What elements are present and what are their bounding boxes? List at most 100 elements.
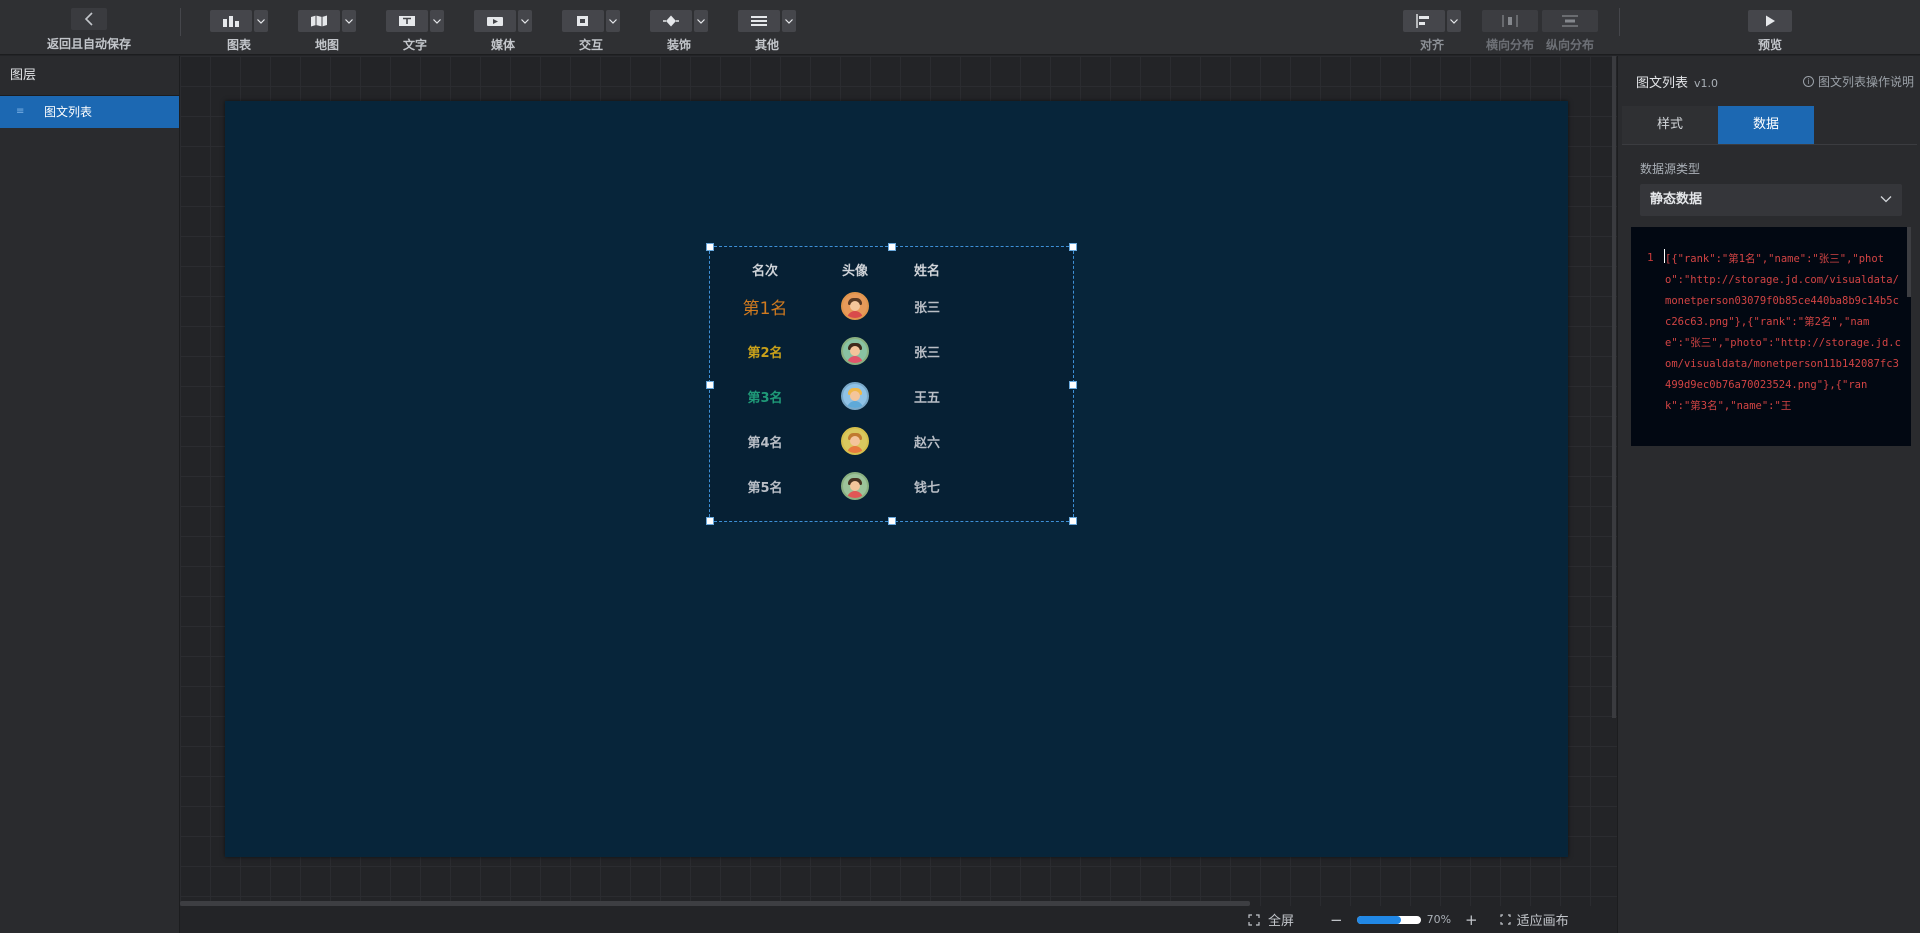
text-icon[interactable] (386, 10, 428, 32)
interaction-icon[interactable] (562, 10, 604, 32)
other-menu-label: 其他 (754, 38, 779, 52)
decoration-icon[interactable] (650, 10, 692, 32)
chart-icon[interactable] (210, 10, 252, 32)
resize-handle[interactable] (706, 517, 714, 525)
canvas-stage[interactable]: 名次 头像 姓名 第1名 张三 第2名 张三 第3名 王五 第4名 赵六 第5名… (180, 56, 1617, 906)
avatar (841, 337, 869, 365)
rank-cell: 第1名 (742, 298, 788, 319)
image-text-list-widget[interactable]: 名次 头像 姓名 第1名 张三 第2名 张三 第3名 王五 第4名 赵六 第5名… (706, 243, 1077, 525)
artboard[interactable]: 名次 头像 姓名 第1名 张三 第2名 张三 第3名 王五 第4名 赵六 第5名… (225, 101, 1568, 857)
component-title: 图文列表 v1.0 (1636, 72, 1718, 91)
horizontal-distribute-label: 横向分布 (1485, 38, 1534, 52)
layer-item-image-text-list[interactable]: ≡ 图文列表 (0, 96, 179, 128)
horizontal-scrollbar[interactable] (180, 901, 1250, 906)
resize-handle[interactable] (1069, 517, 1077, 525)
fit-canvas-button[interactable]: 适应画布 (1500, 910, 1569, 929)
rank-cell: 第5名 (747, 480, 783, 496)
fullscreen-label: 全屏 (1268, 914, 1295, 929)
preview-label: 预览 (1757, 38, 1782, 52)
decoration-menu-label: 装饰 (666, 38, 691, 52)
fit-canvas-label: 适应画布 (1516, 914, 1569, 929)
fit-canvas-icon (1500, 914, 1511, 925)
chevron-down-icon[interactable] (254, 10, 268, 32)
toolbar-divider (180, 8, 181, 36)
media-menu[interactable]: 媒体 (473, 10, 533, 53)
drag-handle-icon[interactable]: ≡ (16, 96, 24, 128)
vertical-distribute-button[interactable]: 纵向分布 (1542, 10, 1598, 53)
resize-handle[interactable] (706, 243, 714, 251)
list-row: 第5名 钱七 (710, 464, 1010, 508)
tab-style[interactable]: 样式 (1622, 106, 1718, 144)
list-icon[interactable] (738, 10, 780, 32)
back-save-button[interactable]: 返回且自动保存 (44, 8, 134, 52)
avatar (841, 427, 869, 455)
chevron-down-icon[interactable] (606, 10, 620, 32)
data-source-type-value: 静态数据 (1650, 192, 1703, 207)
rank-cell: 第3名 (747, 390, 783, 406)
json-code-editor[interactable]: 1 [{"rank":"第1名","name":"张三","photo":"ht… (1631, 227, 1911, 446)
align-label: 对齐 (1419, 38, 1444, 52)
resize-handle[interactable] (706, 381, 714, 389)
resize-handle[interactable] (1069, 243, 1077, 251)
zoom-value: 70% (1426, 913, 1452, 926)
align-menu[interactable]: 对齐 (1402, 10, 1462, 53)
name-cell: 王五 (914, 390, 941, 406)
list-row: 第4名 赵六 (710, 419, 1010, 463)
fullscreen-icon (1248, 913, 1260, 926)
info-icon: i (1802, 76, 1814, 87)
resize-handle[interactable] (888, 517, 896, 525)
name-cell: 钱七 (914, 480, 941, 496)
vertical-scrollbar[interactable] (1612, 56, 1616, 718)
layer-panel-title: 图层 (0, 56, 179, 96)
decoration-menu[interactable]: 装饰 (649, 10, 709, 53)
map-menu[interactable]: 地图 (297, 10, 357, 53)
map-menu-label: 地图 (314, 38, 339, 52)
avatar (841, 472, 869, 500)
line-number: 1 (1647, 251, 1654, 264)
chevron-down-icon[interactable] (782, 10, 796, 32)
zoom-slider[interactable] (1356, 915, 1421, 924)
name-header: 姓名 (914, 263, 941, 279)
align-left-icon[interactable] (1403, 10, 1445, 32)
horizontal-distribute-button[interactable]: 横向分布 (1482, 10, 1538, 53)
zoom-out-button[interactable]: − (1330, 911, 1343, 929)
layer-panel: 图层 ≡ 图文列表 (0, 56, 180, 933)
vertical-distribute-label: 纵向分布 (1545, 38, 1594, 52)
interaction-menu-label: 交互 (578, 38, 603, 52)
name-cell: 张三 (914, 300, 941, 316)
chevron-down-icon[interactable] (1447, 10, 1461, 32)
chart-menu-label: 图表 (226, 38, 251, 52)
json-code-text[interactable]: [{"rank":"第1名","name":"张三","photo":"http… (1665, 249, 1901, 417)
media-menu-label: 媒体 (490, 38, 515, 52)
fullscreen-button[interactable]: 全屏 (1248, 910, 1294, 929)
back-save-label: 返回且自动保存 (46, 37, 131, 51)
name-cell: 张三 (914, 345, 941, 361)
code-scrollbar[interactable] (1907, 227, 1911, 297)
help-link[interactable]: i 图文列表操作说明 (1802, 73, 1914, 90)
chevron-down-icon[interactable] (430, 10, 444, 32)
zoom-in-button[interactable]: + (1465, 911, 1478, 929)
chevron-down-icon (1880, 184, 1892, 216)
tab-data[interactable]: 数据 (1718, 106, 1814, 144)
chevron-down-icon[interactable] (342, 10, 356, 32)
map-icon[interactable] (298, 10, 340, 32)
text-menu-label: 文字 (402, 38, 427, 52)
chart-menu[interactable]: 图表 (209, 10, 269, 53)
chevron-down-icon[interactable] (518, 10, 532, 32)
text-menu[interactable]: 文字 (385, 10, 445, 53)
preview-button[interactable]: 预览 (1748, 10, 1792, 53)
tab-divider (1622, 144, 1917, 145)
interaction-menu[interactable]: 交互 (561, 10, 621, 53)
resize-handle[interactable] (1069, 381, 1077, 389)
data-source-type-select[interactable]: 静态数据 (1640, 184, 1902, 216)
photo-header: 头像 (841, 263, 868, 279)
zoom-slider-fill (1356, 915, 1402, 924)
media-icon[interactable] (474, 10, 516, 32)
help-link-label: 图文列表操作说明 (1817, 75, 1914, 89)
other-menu[interactable]: 其他 (737, 10, 797, 53)
list-row: 第2名 张三 (710, 329, 1010, 373)
top-toolbar: 返回且自动保存 图表 地图 文字 媒体 交互 装饰 其他 对齐 横向分布 纵向分… (0, 0, 1920, 55)
resize-handle[interactable] (888, 243, 896, 251)
chevron-down-icon[interactable] (694, 10, 708, 32)
status-bar: 全屏 − 70% + 适应画布 (1248, 906, 1617, 933)
